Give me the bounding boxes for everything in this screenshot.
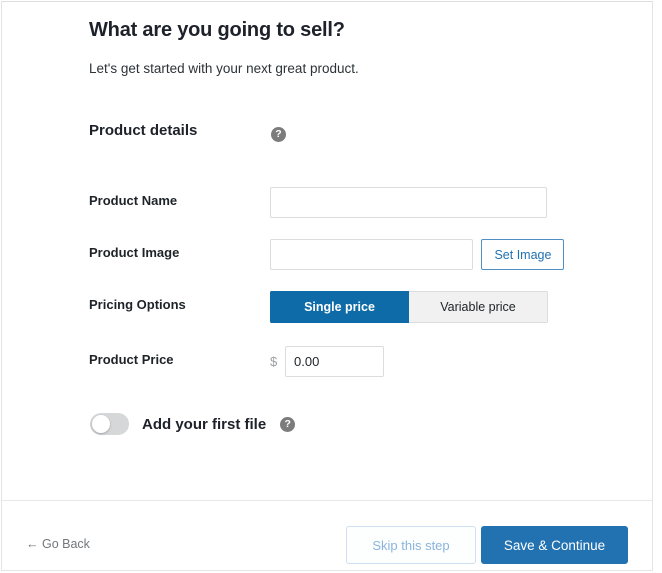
field-row-product-image: Product Image Set Image [89,239,652,270]
label-pricing-options: Pricing Options [89,297,186,312]
section-title-product-details: Product details [89,122,198,139]
question-mark-icon[interactable]: ? [271,127,286,142]
pricing-option-single-price[interactable]: Single price [270,291,409,323]
product-price-input[interactable] [285,346,384,377]
toggle-knob [92,415,110,433]
card-footer: ← Go Back Skip this step Save & Continue [2,500,652,570]
go-back-link[interactable]: ← Go Back [26,537,90,551]
card-body: What are you going to sell? Let's get st… [2,2,652,500]
field-row-product-name: Product Name [89,187,652,218]
save-and-continue-button[interactable]: Save & Continue [481,526,628,564]
add-first-file-label: Add your first file [142,415,267,433]
pricing-options-group: Single price Variable price [270,291,548,323]
currency-symbol: $ [270,354,278,369]
skip-this-step-button[interactable]: Skip this step [346,526,476,564]
label-product-image: Product Image [89,245,180,260]
pricing-option-variable-price[interactable]: Variable price [409,291,548,323]
onboarding-card: What are you going to sell? Let's get st… [1,1,653,571]
product-name-input[interactable] [270,187,547,218]
page-title: What are you going to sell? [89,19,345,41]
field-row-product-price: Product Price $ [89,346,652,377]
label-product-name: Product Name [89,193,178,208]
control-product-image: Set Image [270,239,565,270]
label-product-price: Product Price [89,352,174,367]
control-product-price [285,346,384,377]
page-subtitle: Let's get started with your next great p… [89,61,359,76]
product-image-input[interactable] [270,239,473,270]
product-details-help[interactable]: ? [271,124,286,142]
add-first-file-toggle[interactable] [90,413,129,435]
set-image-button[interactable]: Set Image [481,239,565,270]
control-pricing-options: Single price Variable price [270,291,548,323]
control-product-name [270,187,547,218]
question-mark-icon[interactable]: ? [280,416,296,432]
add-first-file-row: Add your first file ? [90,413,296,435]
field-row-pricing-options: Pricing Options Single price Variable pr… [89,291,652,323]
